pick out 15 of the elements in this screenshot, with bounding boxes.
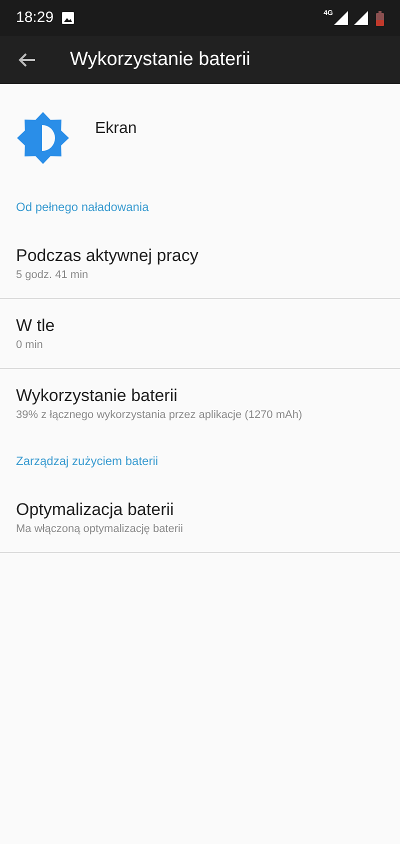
clock: 18:29 bbox=[16, 8, 54, 28]
preference-item[interactable]: Podczas aktywnej pracy 5 godz. 41 min bbox=[0, 229, 400, 298]
app-name: Ekran bbox=[95, 119, 137, 139]
screen-title: Wykorzystanie baterii bbox=[70, 48, 250, 72]
category-heading: Od pełnego naładowania bbox=[16, 199, 149, 216]
signal-icon bbox=[354, 11, 368, 25]
back-arrow-icon bbox=[18, 52, 36, 68]
preference-item[interactable]: W tle 0 min bbox=[0, 299, 400, 368]
preference-item[interactable]: Optymalizacja baterii Ma włączoną optymalizację baterii bbox=[0, 483, 400, 552]
brightness-icon bbox=[17, 112, 69, 164]
battery-icon bbox=[376, 10, 384, 26]
preference-item[interactable]: Wykorzystanie baterii 39% z łącznego wykorzystania przez aplikacje (1270 mAh) bbox=[0, 369, 400, 438]
signal-icon bbox=[334, 11, 348, 25]
image-icon bbox=[62, 12, 74, 24]
category-heading: Zarządzaj zużyciem baterii bbox=[16, 453, 158, 470]
